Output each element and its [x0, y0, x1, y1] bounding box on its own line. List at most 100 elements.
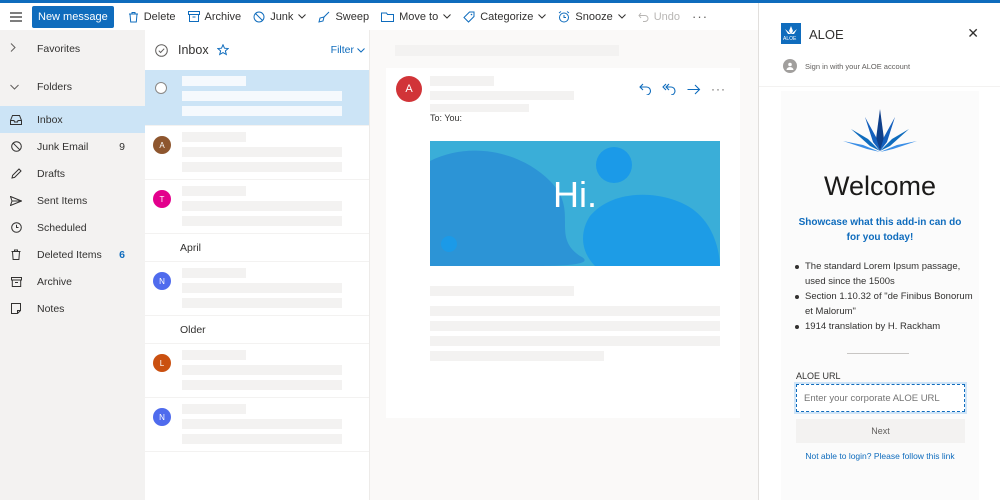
tag-icon	[463, 11, 475, 23]
feature-list: The standard Lorem Ipsum passage, used s…	[795, 259, 975, 334]
move-to-button[interactable]: Move to	[381, 10, 452, 23]
trash-icon	[10, 249, 22, 261]
group-header-april: April	[145, 234, 369, 262]
sidebar-item-archive[interactable]: Archive	[0, 268, 145, 295]
send-icon	[10, 195, 22, 207]
sidebar-item-drafts[interactable]: Drafts	[0, 160, 145, 187]
new-message-button[interactable]: New message	[32, 5, 114, 28]
chevron-down-icon	[538, 14, 547, 19]
recipient-line: To: You:	[430, 113, 462, 123]
subject-placeholder	[395, 45, 619, 56]
placeholder-line	[430, 351, 604, 361]
list-item[interactable]: A	[145, 126, 369, 180]
reply-all-icon[interactable]	[662, 83, 677, 95]
block-icon	[253, 11, 265, 22]
forward-icon[interactable]	[687, 84, 701, 95]
select-all-checkmark-icon[interactable]	[155, 43, 168, 57]
placeholder-line	[182, 216, 342, 226]
list-item: The standard Lorem Ipsum passage, used s…	[795, 259, 975, 289]
list-item[interactable]: T	[145, 180, 369, 234]
favorites-label: Favorites	[37, 43, 81, 55]
sidebar-item-label: Deleted Items	[37, 248, 102, 261]
unread-count: 6	[119, 248, 125, 261]
archive-button[interactable]: Archive	[187, 11, 241, 23]
sidebar-item-notes[interactable]: Notes	[0, 295, 145, 322]
placeholder-line	[182, 147, 342, 157]
categorize-button[interactable]: Categorize	[463, 10, 547, 23]
list-title: Inbox	[178, 43, 209, 57]
aloe-burst-logo	[843, 109, 917, 152]
sidebar-item-label: Notes	[37, 302, 65, 315]
placeholder-line	[182, 365, 342, 375]
more-options-icon[interactable]: ···	[711, 82, 726, 96]
filter-button[interactable]: Filter	[331, 44, 365, 56]
placeholder-line	[182, 419, 342, 429]
user-icon	[783, 59, 797, 73]
favorites-section[interactable]: Favorites	[0, 30, 145, 68]
message-list: Inbox Filter A T April N Older L N	[145, 30, 370, 500]
sidebar-item-label: Junk Email	[37, 140, 89, 153]
list-item[interactable]	[145, 70, 369, 126]
sidebar-item-sent-items[interactable]: Sent Items	[0, 187, 145, 214]
inbox-icon	[10, 114, 22, 126]
placeholder-line	[430, 336, 720, 346]
archive-icon	[187, 11, 200, 22]
more-options-icon[interactable]: ···	[692, 9, 708, 24]
placeholder-line	[182, 186, 246, 196]
list-item[interactable]: N	[145, 398, 369, 452]
folder-icon	[381, 12, 395, 22]
sidebar-item-label: Scheduled	[37, 221, 87, 234]
avatar: L	[153, 354, 171, 372]
placeholder-line	[182, 298, 342, 308]
list-item: 1914 translation by H. Rackham	[795, 319, 975, 334]
placeholder-line	[182, 91, 342, 101]
note-icon	[10, 303, 22, 315]
chevron-down-icon	[298, 14, 307, 19]
hi-text: Hi.	[553, 174, 597, 215]
aloe-url-input[interactable]	[794, 382, 967, 414]
chevron-down-icon	[357, 47, 365, 53]
to-value: You:	[444, 113, 463, 123]
snooze-button[interactable]: Snooze	[558, 11, 626, 23]
undo-button[interactable]: Undo	[638, 11, 680, 23]
hamburger-menu-icon[interactable]	[0, 3, 32, 30]
delete-button[interactable]: Delete	[128, 11, 176, 23]
list-item: Section 1.10.32 of "de Finibus Bonorum e…	[795, 289, 975, 319]
list-item[interactable]: N	[145, 262, 369, 316]
folders-section[interactable]: Folders	[0, 68, 145, 106]
folders-label: Folders	[37, 81, 73, 93]
close-icon[interactable]: ✕	[967, 25, 979, 42]
unread-count: 9	[119, 140, 125, 153]
sidebar-item-label: Archive	[37, 275, 73, 288]
reading-pane: A ··· To: You: Hi.	[370, 30, 758, 500]
delete-label: Delete	[143, 10, 176, 23]
select-radio[interactable]	[155, 82, 167, 94]
star-icon[interactable]	[216, 44, 229, 56]
signin-row[interactable]: Sign in with your ALOE account	[783, 59, 910, 73]
sidebar-item-inbox[interactable]: Inbox	[0, 106, 145, 133]
avatar: T	[153, 190, 171, 208]
sidebar-item-junk-email[interactable]: Junk Email 9	[0, 133, 145, 160]
move-to-label: Move to	[399, 10, 439, 23]
placeholder-line	[430, 286, 574, 296]
chevron-down-icon	[10, 81, 22, 93]
placeholder-line	[182, 201, 342, 211]
junk-button[interactable]: Junk	[253, 11, 307, 23]
reply-icon[interactable]	[639, 83, 652, 95]
next-button[interactable]: Next	[796, 419, 965, 443]
sidebar-item-label: Inbox	[37, 113, 63, 126]
sidebar-item-deleted-items[interactable]: Deleted Items 6	[0, 241, 145, 268]
message-actions: ···	[639, 82, 726, 96]
chevron-down-icon	[443, 14, 452, 19]
categorize-label: Categorize	[480, 10, 534, 23]
url-label: ALOE URL	[796, 371, 841, 381]
block-icon	[10, 141, 22, 153]
addin-header: ALOE ALOE ✕ Sign in with your ALOE accou…	[759, 3, 1000, 87]
divider	[847, 353, 909, 354]
login-help-link[interactable]: Not able to login? Please follow this li…	[781, 451, 979, 461]
sweep-button[interactable]: Sweep	[318, 11, 369, 23]
sidebar-item-scheduled[interactable]: Scheduled	[0, 214, 145, 241]
list-item[interactable]: L	[145, 344, 369, 398]
to-label: To:	[430, 113, 443, 123]
chevron-down-icon	[617, 14, 626, 19]
